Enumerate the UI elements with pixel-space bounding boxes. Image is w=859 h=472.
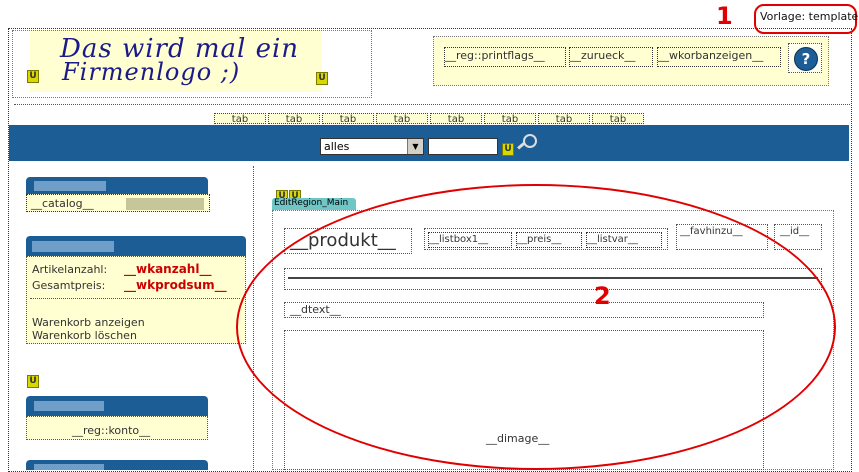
- template-badge-label: Vorlage: template: [760, 10, 859, 23]
- tab-1[interactable]: tab: [214, 113, 266, 125]
- account-link[interactable]: __reg::konto__: [72, 424, 150, 437]
- annotation-number-1: 1: [716, 2, 733, 30]
- catalog-box-header: [26, 177, 208, 194]
- cart-count-label: Artikelanzahl:: [32, 263, 108, 276]
- catalog-link[interactable]: __catalog__: [31, 196, 94, 211]
- search-input[interactable]: [428, 138, 498, 155]
- sidebar-box-header: [26, 460, 208, 470]
- magnifier-icon[interactable]: [513, 134, 537, 154]
- cart-sum-label: Gesamtpreis:: [32, 279, 106, 292]
- header-divider: [14, 104, 850, 105]
- question-icon: ?: [794, 47, 818, 71]
- catalog-field[interactable]: __catalog__: [26, 194, 210, 212]
- help-button[interactable]: ?: [788, 43, 822, 73]
- cart-count-value: __wkanzahl__: [124, 262, 212, 276]
- account-box-header: [26, 396, 208, 416]
- cart-sum-value: __wkprodsum__: [124, 278, 227, 292]
- cart-box-header: [26, 236, 246, 256]
- category-select-value: alles: [324, 140, 350, 153]
- zurueck-link[interactable]: __zurueck__: [569, 47, 653, 67]
- tab-8[interactable]: tab: [592, 113, 644, 125]
- id-field: __id__: [780, 226, 810, 237]
- cart-show-link[interactable]: Warenkorb anzeigen: [32, 316, 145, 329]
- chevron-down-icon: ▼: [407, 139, 423, 154]
- annotation-number-2: 2: [594, 282, 611, 310]
- region-marker-icon: U: [27, 375, 39, 388]
- tab-2[interactable]: tab: [268, 113, 320, 125]
- cart-clear-link[interactable]: Warenkorb löschen: [32, 329, 137, 342]
- printflags-link[interactable]: __reg::printflags__: [444, 47, 566, 67]
- tab-3[interactable]: tab: [322, 113, 374, 125]
- region-marker-icon: U: [27, 70, 39, 83]
- annotation-ellipse: [236, 184, 836, 470]
- wkorbanzeigen-link[interactable]: __wkorbanzeigen__: [657, 47, 781, 67]
- category-select[interactable]: alles ▼: [320, 138, 424, 155]
- tab-4[interactable]: tab: [376, 113, 428, 125]
- cart-divider: [30, 298, 240, 299]
- edit-region-label: EditRegion_Main: [274, 198, 349, 208]
- tab-6[interactable]: tab: [484, 113, 536, 125]
- tab-5[interactable]: tab: [430, 113, 482, 125]
- region-marker-icon: U: [316, 72, 328, 85]
- logo-text-line2: Firmenlogo ;): [62, 58, 241, 86]
- tab-7[interactable]: tab: [538, 113, 590, 125]
